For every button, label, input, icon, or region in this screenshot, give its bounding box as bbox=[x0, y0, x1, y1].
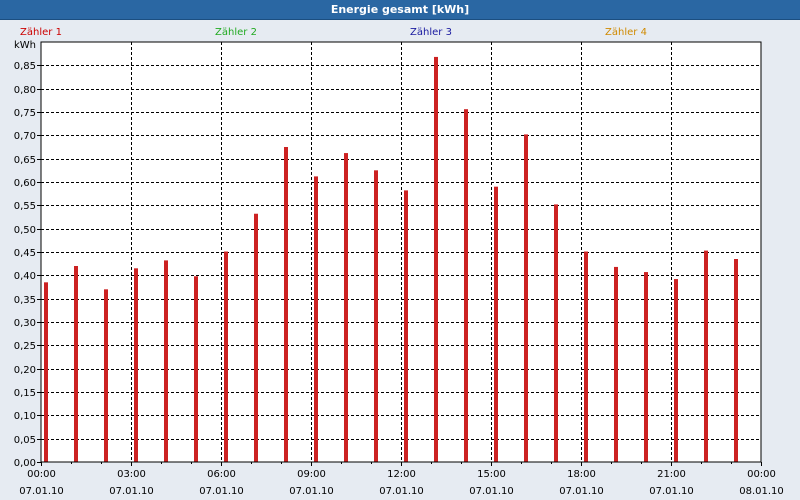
bar bbox=[44, 282, 48, 462]
y-tick-label: 0,85 bbox=[14, 61, 36, 72]
x-tick-time-label: 06:00 bbox=[207, 469, 236, 480]
legend-item: Zähler 4 bbox=[605, 27, 647, 38]
y-tick-label: 0,20 bbox=[14, 365, 36, 376]
y-tick-label: 0,55 bbox=[14, 201, 36, 212]
bar bbox=[374, 170, 378, 462]
y-tick-label: 0,35 bbox=[14, 295, 36, 306]
y-tick-label: 0,15 bbox=[14, 388, 36, 399]
y-axis: 0,00 0,05 0,10 0,15 0,20 0,25 0,30 0,35 0,40 0,45… bbox=[14, 40, 41, 469]
y-tick-label: 0,05 bbox=[14, 435, 36, 446]
x-tick-date-label: 07.01.10 bbox=[559, 486, 604, 497]
x-tick-time-label: 03:00 bbox=[117, 469, 146, 480]
bar bbox=[494, 186, 498, 463]
bar bbox=[704, 250, 708, 462]
bar bbox=[104, 289, 108, 462]
bar bbox=[344, 153, 348, 462]
y-tick-label: 0,80 bbox=[14, 85, 36, 96]
y-tick-label: 0,45 bbox=[14, 248, 36, 259]
y-tick-label: 0,70 bbox=[14, 131, 36, 142]
legend: Zähler 1 Zähler 2 Zähler 3 Zähler 4 bbox=[20, 27, 647, 38]
window-title: Energie gesamt [kWh] bbox=[330, 3, 470, 16]
y-tick-label: 0,30 bbox=[14, 318, 36, 329]
x-tick-date-label: 07.01.10 bbox=[379, 486, 424, 497]
legend-item: Zähler 3 bbox=[410, 27, 452, 38]
y-tick-label: 0,25 bbox=[14, 341, 36, 352]
title-bar: Energie gesamt [kWh] bbox=[0, 0, 800, 20]
bar bbox=[524, 134, 528, 462]
bar bbox=[614, 266, 618, 462]
legend-item: Zähler 2 bbox=[215, 27, 257, 38]
bar bbox=[734, 259, 738, 462]
y-tick-label: 0,50 bbox=[14, 225, 36, 236]
x-tick-date-label: 07.01.10 bbox=[469, 486, 514, 497]
bar bbox=[284, 147, 288, 462]
x-tick-time-label: 21:00 bbox=[657, 469, 686, 480]
bar bbox=[134, 268, 138, 462]
legend-item: Zähler 1 bbox=[20, 27, 62, 38]
x-tick-time-label: 12:00 bbox=[387, 469, 416, 480]
bar bbox=[464, 109, 468, 462]
y-tick-label: 0,75 bbox=[14, 108, 36, 119]
bar bbox=[404, 190, 408, 462]
bar bbox=[74, 266, 78, 462]
y-tick-label: 0,60 bbox=[14, 178, 36, 189]
bar bbox=[584, 251, 588, 462]
x-tick-time-label: 18:00 bbox=[567, 469, 596, 480]
x-tick-time-label: 15:00 bbox=[477, 469, 506, 480]
x-tick-time-label: 00:00 bbox=[27, 469, 56, 480]
x-tick-time-label: 00:00 bbox=[747, 469, 776, 480]
bar bbox=[674, 279, 678, 462]
bar bbox=[224, 251, 228, 462]
chart-window: Energie gesamt [kWh] 0,00 0,05 0,10 0,15 0,2… bbox=[0, 0, 800, 500]
x-tick-date-label: 07.01.10 bbox=[289, 486, 334, 497]
x-tick-date-label: 08.01.10 bbox=[739, 486, 784, 497]
x-tick-date-label: 07.01.10 bbox=[649, 486, 694, 497]
x-axis: 00:00 07.01.10 03:00 07.01.10 06:00 07.01.10 0… bbox=[19, 462, 784, 497]
y-tick-label: 0,40 bbox=[14, 271, 36, 282]
x-tick-date-label: 07.01.10 bbox=[19, 486, 64, 497]
bar bbox=[434, 56, 438, 463]
energy-bar-chart: 0,00 0,05 0,10 0,15 0,20 0,25 0,30 0,35 0,40 0,45… bbox=[14, 27, 784, 497]
y-tick-label: 0,00 bbox=[14, 458, 36, 469]
y-axis-unit: kWh bbox=[14, 40, 36, 51]
bar bbox=[644, 272, 648, 462]
bar bbox=[554, 204, 558, 462]
x-tick-date-label: 07.01.10 bbox=[109, 486, 154, 497]
x-tick-time-label: 09:00 bbox=[297, 469, 326, 480]
bar bbox=[314, 176, 318, 462]
x-tick-date-label: 07.01.10 bbox=[199, 486, 244, 497]
y-tick-label: 0,65 bbox=[14, 155, 36, 166]
bar bbox=[164, 260, 168, 462]
bar bbox=[254, 213, 258, 462]
bar bbox=[194, 276, 198, 462]
y-tick-label: 0,10 bbox=[14, 411, 36, 422]
